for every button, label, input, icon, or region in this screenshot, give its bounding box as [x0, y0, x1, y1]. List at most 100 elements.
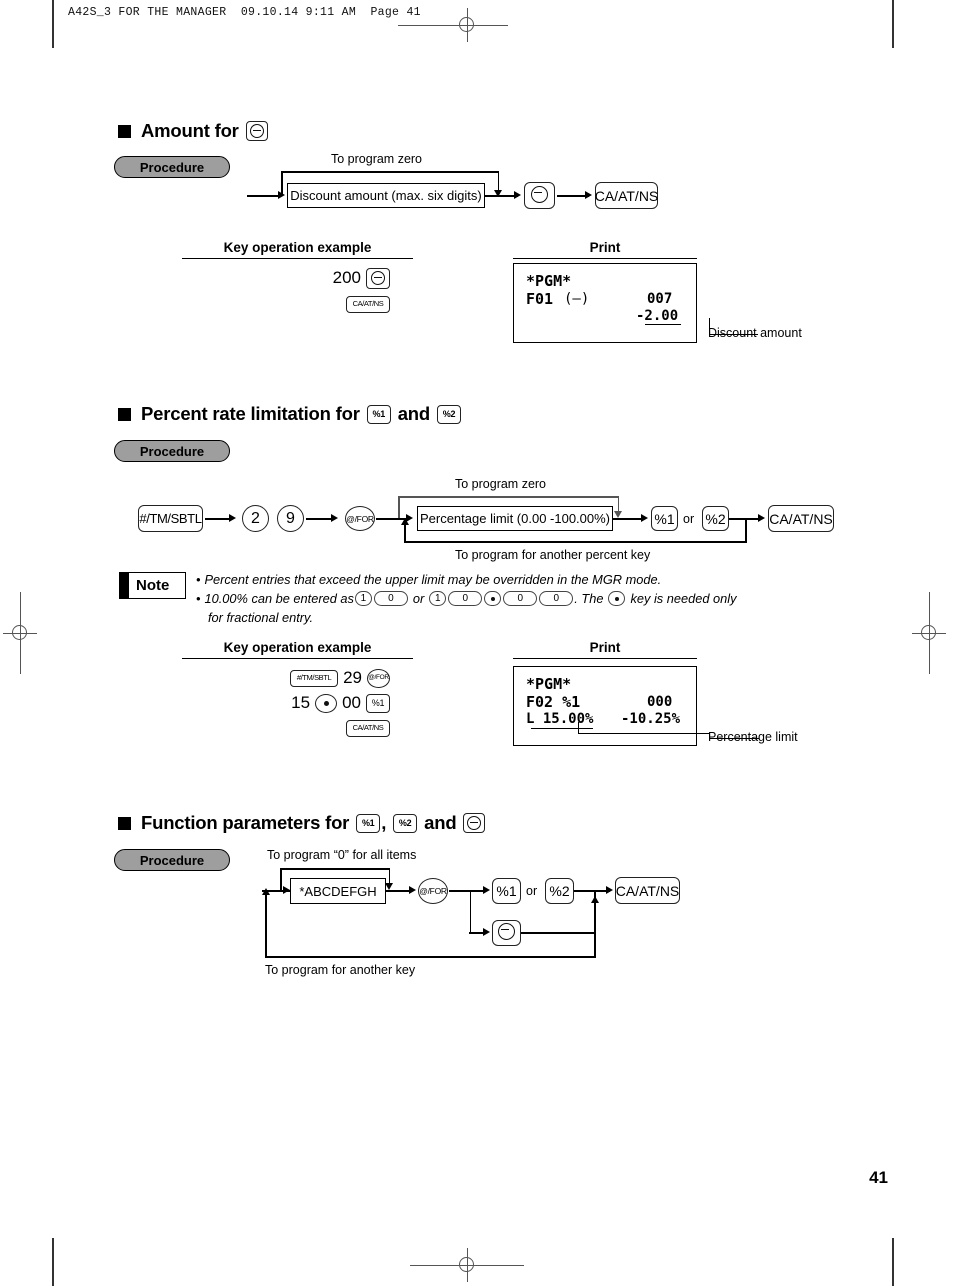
header-rule-4	[513, 658, 697, 660]
page-number: 41	[869, 1168, 888, 1187]
section2-loop-bottom-left-v	[404, 522, 406, 542]
section2-arrow-2	[331, 513, 338, 522]
registration-line-left-v2	[19, 650, 21, 674]
section2-receipt-line2-left: F02 %1	[526, 693, 581, 711]
section3-entry-arrow	[283, 885, 290, 894]
section3-loop-bottom-arrow	[261, 888, 270, 895]
section2-callout-label: Percentage limit	[708, 730, 798, 744]
section3-merge-arrow	[590, 896, 599, 903]
crop-mark-top-left	[52, 0, 54, 48]
note-bullet-2-text-c: key is needed only	[630, 591, 737, 606]
print-label-1: Print	[589, 240, 621, 255]
note-bullet-2-or: or	[412, 591, 425, 606]
section2-print-header: Print	[513, 640, 697, 660]
section2-digit-2-label: 2	[251, 509, 260, 527]
section2-entry-box-label: Percentage limit (0.00 -100.00%)	[419, 511, 611, 526]
section3-arrow-3	[606, 885, 613, 894]
procedure-label-3: Procedure	[139, 852, 205, 868]
section1-loop-top-h	[281, 171, 499, 173]
section2-receipt-line3-left: L 15.00%	[526, 711, 594, 727]
note-bullet-dot-1: •	[196, 572, 201, 587]
registration-mark-bottom	[450, 1248, 484, 1282]
percent1-key-icon: %1	[366, 404, 391, 424]
tm-sbtl-key-icon-example: #/TM/SBTL	[290, 669, 339, 687]
section2-example-row-2: 15 00 %1	[250, 691, 390, 715]
section3-line-2	[449, 890, 471, 892]
section2-percent1-key: %1	[651, 506, 678, 531]
section2-example-digits2: 15	[291, 693, 311, 712]
crop-mark-bottom-left	[52, 1238, 54, 1286]
header-rule-3	[182, 658, 413, 660]
key-operation-example-label-2: Key operation example	[223, 640, 372, 655]
section1-receipt-line2-right: 007	[647, 291, 673, 307]
section2-receipt-line2-right: 000	[647, 694, 673, 710]
registration-line-top	[398, 24, 450, 26]
section1-callout-label: Discount amount	[708, 326, 802, 340]
note-bullet-1-text: Percent entries that exceed the upper li…	[204, 572, 662, 587]
minus-key-icon-3	[463, 813, 486, 833]
section2-example-digits3: 00	[342, 693, 361, 712]
section3-percent2-key: %2	[545, 878, 574, 904]
note-bar-icon	[120, 573, 129, 598]
section3-loop-bottom-right-v	[594, 932, 596, 958]
header-rule-1	[182, 258, 413, 260]
registration-line-bottom-left	[410, 1264, 450, 1266]
section3-branch-dn-arrow	[483, 927, 490, 936]
section3-heading-comma: ,	[381, 812, 387, 833]
section1-heading-text: Amount for	[141, 120, 239, 141]
section2-example-digits1: 29	[343, 668, 362, 687]
section3-percent1-key: %1	[492, 878, 521, 904]
section2-receipt-underline	[531, 728, 593, 730]
section2-loop-top-left-v	[398, 496, 400, 518]
section1-receipt: *PGM* F01 (—) 007 -2.00	[513, 263, 697, 343]
section1-minus-key	[524, 182, 555, 209]
section1-top-caption: To program zero	[331, 152, 423, 166]
section2-arrow-5	[758, 513, 765, 522]
section2-loop-top-arrow	[613, 511, 622, 518]
section2-or-label: or	[683, 512, 695, 526]
note-badge: Note	[119, 572, 186, 599]
registration-line-left-v	[19, 592, 21, 616]
registration-mark-right	[912, 616, 946, 650]
section2-callout-h	[578, 733, 710, 735]
decimal-point-key-icon-example	[315, 693, 338, 713]
section2-entry-box: Percentage limit (0.00 -100.00%)	[417, 506, 613, 531]
section1-receipt-line2-mid: (—)	[564, 291, 590, 307]
section3-branch-up-arrow	[483, 885, 490, 894]
section3-for-key: @/FOR	[418, 878, 448, 904]
section3-heading-and: and	[424, 812, 457, 833]
section2-key-example-header: Key operation example	[182, 640, 413, 660]
minus-key-icon-example	[366, 267, 390, 289]
section3-loop-bottom-left-v	[265, 895, 267, 957]
note-label: Note	[136, 577, 170, 594]
registration-line-top-right	[484, 24, 508, 26]
section2-loop-bottom-arrow	[400, 518, 409, 525]
page-header-text: A42S_3 FOR THE MANAGER 09.10.14 9:11 AM …	[68, 6, 421, 19]
section3-loop-top-left-v	[280, 868, 282, 891]
key-operation-example-label-1: Key operation example	[223, 240, 372, 255]
section3-for-label: @/FOR	[419, 886, 447, 896]
section-amount-for: Amount for	[118, 120, 268, 142]
registration-line-right-v	[928, 592, 930, 616]
section1-print-header: Print	[513, 240, 697, 260]
minus-key-glyph	[531, 185, 548, 206]
bullet-square-icon	[118, 124, 131, 138]
section3-percent1-label: %1	[496, 883, 517, 899]
note-bullet-2-text-a: 10.00% can be entered as	[204, 591, 354, 606]
section2-ca-at-ns-label: CA/AT/NS	[769, 510, 833, 527]
section3-heading-text: Function parameters for	[141, 812, 350, 833]
note-bullet-2-text-b: . The	[574, 591, 604, 606]
section3-or-label: or	[526, 884, 538, 898]
section1-ca-at-ns-key: CA/AT/NS	[595, 182, 658, 209]
section3-entry-box: *ABCDEFGH	[290, 878, 386, 904]
section1-example-row-2: CA/AT/NS	[250, 292, 390, 316]
section2-for-label: @/FOR	[346, 513, 374, 524]
bullet-square-icon-2	[118, 407, 131, 421]
section2-ca-at-ns-key: CA/AT/NS	[768, 505, 834, 532]
ca-at-ns-key-icon-example-2: CA/AT/NS	[346, 719, 390, 737]
section2-percent1-label: %1	[654, 510, 675, 527]
for-key-icon-example: @/FOR	[367, 668, 390, 688]
section3-branch-v	[469, 890, 472, 933]
section2-percent2-key: %2	[702, 506, 729, 531]
section3-bottom-caption: To program for another key	[265, 963, 416, 977]
